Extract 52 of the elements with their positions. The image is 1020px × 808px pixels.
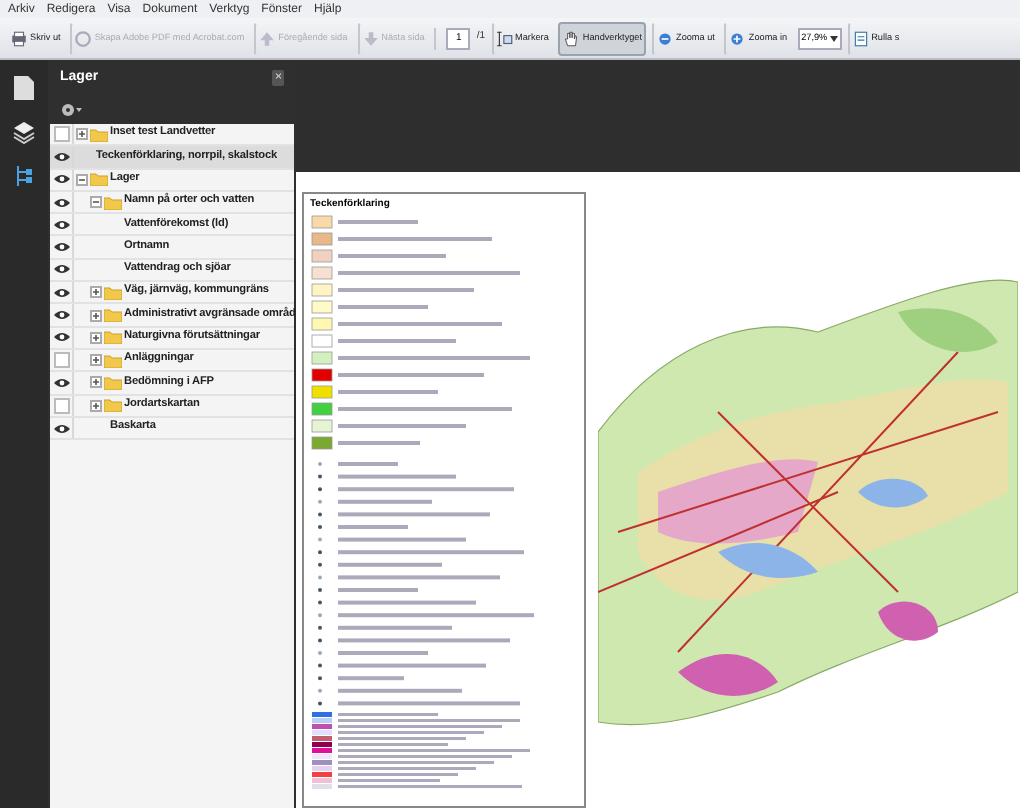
visibility-toggle[interactable] — [50, 327, 74, 348]
eye-icon — [53, 151, 69, 162]
hand-icon — [562, 29, 581, 47]
print-icon — [10, 29, 28, 47]
scroll-icon — [851, 29, 870, 47]
empty-checkbox[interactable] — [53, 126, 69, 143]
expand-icon[interactable] — [90, 399, 102, 412]
layers-icon[interactable] — [12, 120, 36, 144]
eye-icon — [53, 174, 69, 185]
tree-icon[interactable] — [14, 164, 34, 188]
eye-icon — [53, 219, 69, 230]
visibility-toggle[interactable] — [50, 304, 74, 326]
visibility-toggle[interactable] — [50, 169, 74, 190]
eye-icon — [53, 264, 69, 275]
collapse-icon[interactable] — [76, 173, 88, 186]
expand-icon[interactable] — [90, 354, 102, 367]
pdf-icon — [74, 29, 93, 47]
eye-icon — [53, 377, 69, 388]
next-icon — [361, 29, 380, 47]
zoomin-icon — [728, 29, 747, 47]
expand-icon[interactable] — [90, 331, 102, 344]
visibility-toggle[interactable] — [50, 236, 74, 258]
dropdown-caret-icon — [829, 35, 838, 41]
visibility-toggle[interactable] — [50, 395, 74, 416]
expand-icon[interactable] — [90, 286, 102, 299]
visibility-toggle[interactable] — [50, 417, 74, 439]
expand-icon[interactable] — [90, 376, 102, 389]
visibility-toggle[interactable] — [50, 124, 74, 145]
pages-icon[interactable] — [14, 76, 34, 100]
eye-icon — [53, 332, 69, 343]
gear-icon[interactable] — [60, 102, 82, 118]
eye-icon — [53, 287, 69, 298]
visibility-toggle[interactable] — [50, 349, 74, 371]
empty-checkbox[interactable] — [53, 397, 69, 414]
visibility-toggle[interactable] — [50, 191, 74, 213]
select-icon — [495, 29, 514, 47]
eye-icon — [53, 310, 69, 321]
prev-icon — [258, 29, 277, 47]
visibility-toggle[interactable] — [50, 214, 74, 235]
eye-icon — [53, 197, 69, 208]
visibility-toggle[interactable] — [50, 146, 74, 168]
visibility-toggle[interactable] — [50, 372, 74, 394]
empty-checkbox[interactable] — [53, 352, 69, 369]
collapse-icon[interactable] — [90, 196, 102, 209]
expand-icon[interactable] — [90, 309, 102, 322]
eye-icon — [53, 423, 69, 433]
visibility-toggle[interactable] — [50, 259, 74, 281]
eye-icon — [53, 242, 69, 253]
visibility-toggle[interactable] — [50, 282, 74, 303]
folder-icon — [90, 127, 108, 142]
zoomout-icon — [656, 29, 675, 47]
expand-icon[interactable] — [76, 128, 88, 141]
